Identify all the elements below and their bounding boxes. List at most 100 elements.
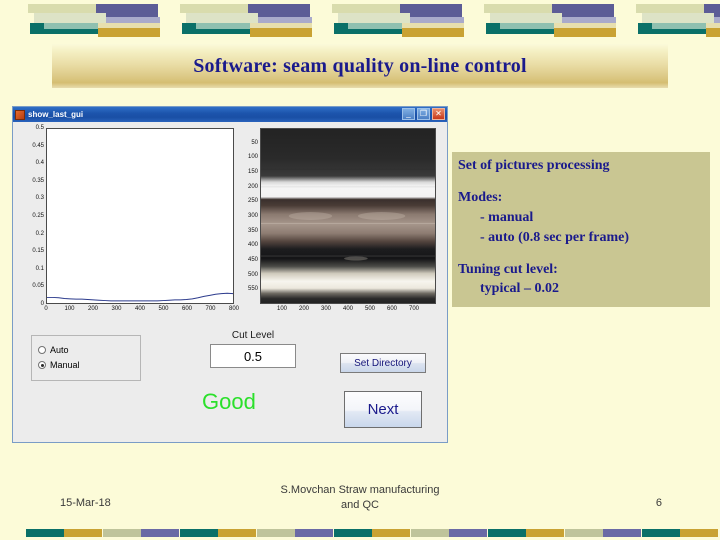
maximize-icon[interactable]: ❐ — [417, 108, 430, 120]
plot-y-tick: 0.05 — [32, 283, 44, 290]
header-decoration-unit — [28, 4, 160, 37]
decoration-block — [642, 13, 714, 23]
decoration-block — [484, 4, 552, 13]
decoration-block — [180, 4, 248, 13]
decoration-block — [411, 529, 449, 537]
image-y-tick: 500 — [247, 271, 258, 278]
plot-x-axis-labels: 0 100 200 300 400 500 600 700 800 — [44, 306, 239, 318]
plot-y-tick: 0.25 — [32, 213, 44, 219]
plot-y-tick: 0.35 — [32, 177, 44, 184]
footer-center: S.Movchan Straw manufacturing and QC — [230, 483, 490, 513]
footer-page-number: 6 — [655, 497, 662, 509]
signal-plot-panel: 0.5 0.45 0.4 0.35 0.3 0.25 0.2 0.15 0.1 0.05 0 0 10… — [23, 125, 239, 321]
plot-y-tick: 0.45 — [32, 142, 44, 149]
next-button[interactable]: Next — [344, 391, 422, 428]
decoration-block — [64, 529, 102, 537]
plot-x-tick: 300 — [111, 306, 122, 312]
image-y-tick: 150 — [247, 169, 258, 175]
seam-image[interactable] — [260, 128, 436, 304]
radio-auto[interactable]: Auto — [38, 345, 69, 355]
window-client-area: 0.5 0.45 0.4 0.35 0.3 0.25 0.2 0.15 0.1 0.05 0 0 10… — [13, 122, 447, 442]
window-buttons: _ ❐ ✕ — [402, 108, 445, 120]
window-title: show_last_gui — [28, 110, 84, 119]
decoration-block — [98, 23, 160, 28]
decoration-block — [295, 529, 333, 537]
footer-decoration-unit — [565, 529, 641, 537]
decoration-block — [196, 23, 252, 29]
plot-x-tick: 0 — [44, 306, 48, 312]
notes-spacer-2 — [458, 248, 704, 260]
status-badge: Good — [202, 389, 256, 414]
plot-x-tick: 400 — [134, 306, 146, 312]
plot-y-tick: 0.4 — [35, 160, 44, 167]
radio-manual-dot[interactable] — [38, 361, 46, 369]
signal-line — [47, 292, 233, 302]
mode-radio-group: Auto Manual — [31, 335, 141, 381]
window-titlebar[interactable]: show_last_gui _ ❐ ✕ — [13, 107, 447, 122]
close-icon[interactable]: ✕ — [432, 108, 445, 120]
plot-x-tick: 500 — [158, 306, 169, 312]
decoration-block — [490, 13, 562, 23]
radio-manual[interactable]: Manual — [38, 360, 80, 370]
decoration-block — [218, 529, 256, 537]
footer-decoration-unit — [26, 529, 102, 537]
image-x-tick: 100 — [276, 306, 288, 312]
footer-decoration-unit — [180, 529, 256, 537]
footer-decoration-unit — [411, 529, 487, 537]
radio-auto-label: Auto — [50, 345, 69, 355]
decoration-block — [28, 4, 96, 13]
plot-canvas[interactable] — [46, 128, 234, 304]
notes-panel: Set of pictures processing Modes: - manu… — [452, 152, 710, 308]
plot-x-tick: 700 — [205, 306, 216, 312]
decoration-block — [636, 4, 704, 13]
footer-center-line1: S.Movchan Straw manufacturing — [280, 484, 440, 496]
footer-decoration-unit — [103, 529, 179, 537]
decoration-block — [332, 4, 400, 13]
decoration-block — [680, 529, 718, 537]
decoration-block — [186, 13, 258, 23]
decoration-block — [449, 529, 487, 537]
image-x-tick: 500 — [364, 306, 376, 312]
decoration-block — [44, 23, 100, 29]
plot-y-tick: 0.5 — [35, 125, 44, 131]
plot-y-tick: 0.2 — [35, 230, 44, 237]
plot-x-tick: 600 — [181, 306, 193, 312]
footer-decoration-unit — [488, 529, 564, 537]
set-directory-button[interactable]: Set Directory — [340, 353, 426, 373]
camera-image-panel: 50 100 150 200 250 300 350 400 450 500 550 — [241, 126, 441, 321]
image-y-tick: 100 — [247, 154, 258, 161]
image-y-tick: 300 — [247, 213, 258, 219]
image-y-tick: 400 — [247, 242, 258, 249]
decoration-block — [34, 13, 106, 23]
image-x-axis-labels: 100 200 300 400 500 600 700 — [260, 306, 436, 318]
page-title: Software: seam quality on-line control — [193, 54, 527, 77]
plot-y-tick: 0.1 — [35, 265, 44, 272]
decoration-block — [565, 529, 603, 537]
decoration-block — [603, 529, 641, 537]
decoration-block — [402, 23, 464, 28]
decoration-block — [250, 23, 312, 28]
plot-x-tick: 200 — [87, 306, 99, 312]
footer-decoration-unit — [334, 529, 410, 537]
cut-level-input[interactable]: 0.5 — [210, 344, 296, 368]
radio-auto-dot[interactable] — [38, 346, 46, 354]
notes-heading: Set of pictures processing — [458, 158, 610, 173]
minimize-icon[interactable]: _ — [402, 108, 415, 120]
cut-level-control: Cut Level 0.5 — [205, 330, 301, 368]
plot-y-tick: 0.15 — [32, 248, 44, 255]
decoration-block — [257, 529, 295, 537]
image-x-tick: 300 — [320, 306, 332, 312]
decoration-block — [180, 529, 218, 537]
notes-mode-auto: - auto (0.8 sec per frame) — [480, 229, 630, 245]
decoration-block — [488, 529, 526, 537]
image-x-tick: 600 — [386, 306, 398, 312]
footer-date: 15-Mar-18 — [60, 497, 111, 509]
application-window: show_last_gui _ ❐ ✕ 0.5 0.45 0.4 0.35 0.3 0.2… — [12, 106, 448, 443]
title-banner: Software: seam quality on-line control — [52, 44, 668, 88]
radio-manual-label: Manual — [50, 360, 80, 370]
decoration-block — [652, 23, 708, 29]
decoration-block — [334, 529, 372, 537]
decoration-block — [706, 23, 720, 28]
decoration-block — [372, 529, 410, 537]
notes-spacer-1 — [458, 176, 704, 188]
